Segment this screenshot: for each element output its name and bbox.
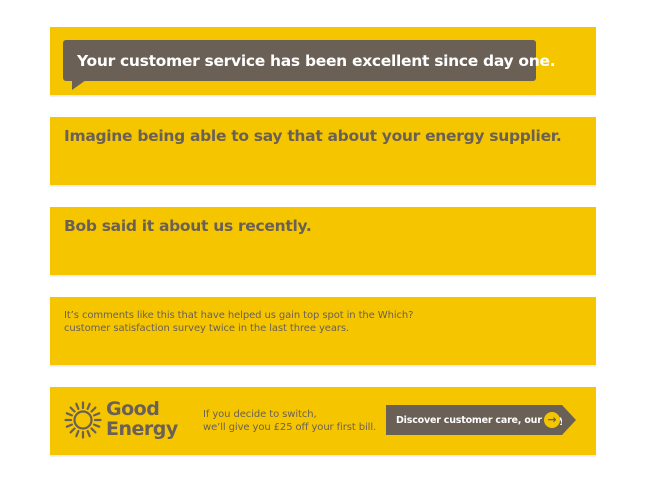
headline-panel-1: Imagine being able to say that about you… [50,117,596,185]
cta-body[interactable]: Discover customer care, our way [386,405,566,435]
quote-panel: Your customer service has been excellent… [50,27,596,95]
switch-offer: If you decide to switch, we’ll give you … [203,408,376,434]
survey-panel: It’s comments like this that have helped… [50,297,596,365]
speech-bubble-tail [72,80,86,90]
offer-line-1: If you decide to switch, [203,409,317,420]
discover-customer-care-button[interactable]: Discover customer care, our way → [386,405,576,435]
survey-line-2: customer satisfaction survey twice in th… [64,323,350,334]
logo-line-energy: Energy [106,418,178,440]
offer-line-2: we’ll give you £25 off your first bill. [203,422,377,433]
cta-arrow-point[interactable] [562,405,576,435]
footer-panel: Good Energy If you decide to switch, we’… [50,387,596,455]
customer-quote: Your customer service has been excellent… [77,51,556,70]
logo-wordmark: Good Energy [106,399,178,439]
headline-bob: Bob said it about us recently. [64,217,312,235]
arrow-right-icon: → [544,412,560,428]
headline-panel-2: Bob said it about us recently. [50,207,596,275]
logo-line-good: Good [106,398,160,420]
speech-bubble: Your customer service has been excellent… [63,40,556,81]
survey-line-1: It’s comments like this that have helped… [64,310,414,321]
survey-text: It’s comments like this that have helped… [64,309,413,335]
sun-icon [64,401,102,439]
cta-label: Discover customer care, our way [396,414,566,426]
headline-imagine: Imagine being able to say that about you… [64,127,562,145]
good-energy-logo[interactable]: Good Energy [64,399,178,443]
